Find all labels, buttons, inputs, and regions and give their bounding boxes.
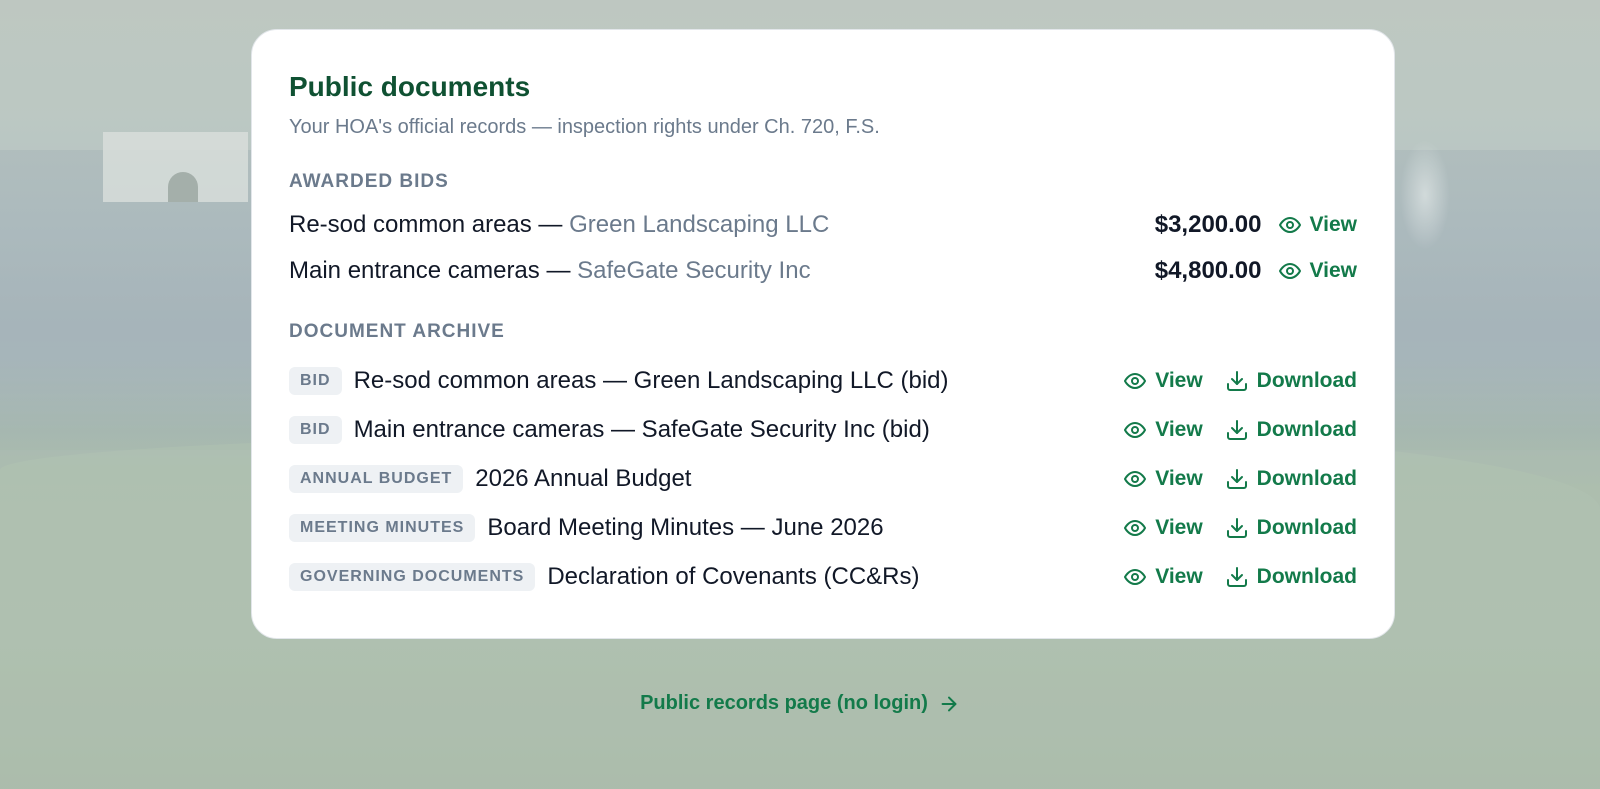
eye-icon: [1124, 519, 1147, 536]
view-button[interactable]: View: [1278, 259, 1357, 283]
bid-actions: $4,800.00 View: [1155, 257, 1357, 285]
view-label: View: [1155, 515, 1203, 539]
download-icon: [1226, 419, 1247, 440]
bid-amount: $4,800.00: [1154, 257, 1262, 284]
download-button[interactable]: Download: [1225, 467, 1357, 491]
bid-amount: $3,200.00: [1154, 211, 1262, 238]
bid-row: Re-sod common areas — Green Landscaping …: [289, 202, 1357, 248]
view-button[interactable]: View: [1123, 368, 1203, 393]
document-row: GOVERNING DOCUMENTS Declaration of Coven…: [289, 552, 1357, 601]
view-button[interactable]: View: [1123, 515, 1203, 540]
document-type-badge: BID: [289, 366, 342, 395]
document-info: MEETING MINUTES Board Meeting Minutes — …: [289, 513, 884, 542]
document-row: ANNUAL BUDGET 2026 Annual Budget View Do…: [289, 454, 1357, 503]
document-info: BID Main entrance cameras — SafeGate Sec…: [289, 415, 930, 444]
download-icon: [1226, 517, 1247, 538]
view-button[interactable]: View: [1123, 417, 1203, 442]
document-row: BID Re-sod common areas — Green Landscap…: [289, 356, 1357, 405]
view-label: View: [1155, 564, 1203, 588]
card-subtitle: Your HOA's official records — inspection…: [289, 116, 880, 138]
bid-title: Main entrance cameras —: [289, 257, 578, 284]
view-label: View: [1155, 417, 1203, 441]
bid-title: Re-sod common areas —: [289, 211, 570, 238]
document-title: Declaration of Covenants (CC&Rs): [547, 562, 920, 590]
eye-icon: [1124, 421, 1147, 438]
view-label: View: [1155, 466, 1203, 490]
document-type-badge: ANNUAL BUDGET: [289, 464, 464, 493]
document-row: MEETING MINUTES Board Meeting Minutes — …: [289, 503, 1357, 552]
document-archive-list: BID Re-sod common areas — Green Landscap…: [289, 356, 1357, 601]
bid-vendor: SafeGate Security Inc: [577, 257, 811, 284]
bid-actions: $3,200.00 View: [1155, 211, 1357, 239]
view-label: View: [1155, 368, 1203, 392]
view-label: View: [1309, 213, 1357, 236]
document-title: Re-sod common areas — Green Landscaping …: [353, 366, 949, 394]
download-button[interactable]: Download: [1225, 516, 1357, 540]
card-title: Public documents: [289, 71, 531, 102]
public-records-link[interactable]: Public records page (no login): [640, 692, 960, 715]
download-button[interactable]: Download: [1225, 369, 1357, 393]
document-actions: View Download: [1123, 565, 1357, 589]
view-button[interactable]: View: [1278, 213, 1357, 237]
document-title: Board Meeting Minutes — June 2026: [487, 513, 884, 541]
document-info: BID Re-sod common areas — Green Landscap…: [289, 366, 949, 395]
footer: Public records page (no login): [0, 692, 1600, 715]
view-button[interactable]: View: [1123, 466, 1203, 491]
download-button[interactable]: Download: [1225, 418, 1357, 442]
eye-icon: [1278, 263, 1301, 279]
view-button[interactable]: View: [1123, 564, 1203, 589]
view-label: View: [1309, 259, 1357, 282]
document-type-badge: MEETING MINUTES: [289, 513, 476, 542]
bid-description: Re-sod common areas — Green Landscaping …: [289, 211, 829, 239]
bid-description: Main entrance cameras — SafeGate Securit…: [289, 257, 811, 285]
document-title: 2026 Annual Budget: [475, 464, 692, 492]
document-type-badge: BID: [289, 415, 342, 444]
download-icon: [1226, 566, 1247, 587]
page-background: Public documents Your HOA's official rec…: [0, 0, 1600, 789]
download-label: Download: [1256, 368, 1357, 392]
awarded-bids-heading: AWARDED BIDS: [289, 171, 449, 192]
download-label: Download: [1256, 466, 1357, 490]
document-actions: View Download: [1123, 516, 1357, 540]
eye-icon: [1278, 217, 1301, 233]
document-info: GOVERNING DOCUMENTS Declaration of Coven…: [289, 562, 920, 591]
public-documents-card: Public documents Your HOA's official rec…: [251, 29, 1395, 639]
public-records-link-label: Public records page (no login): [640, 692, 928, 714]
bid-vendor: Green Landscaping LLC: [569, 211, 830, 238]
document-actions: View Download: [1123, 467, 1357, 491]
eye-icon: [1124, 568, 1147, 585]
eye-icon: [1124, 372, 1147, 389]
eye-icon: [1124, 470, 1147, 487]
document-archive-heading: DOCUMENT ARCHIVE: [289, 321, 505, 342]
download-label: Download: [1256, 515, 1357, 539]
arrow-right-icon: [941, 696, 957, 711]
download-button[interactable]: Download: [1225, 565, 1357, 589]
document-info: ANNUAL BUDGET 2026 Annual Budget: [289, 464, 692, 493]
download-label: Download: [1256, 564, 1357, 588]
document-type-badge: GOVERNING DOCUMENTS: [289, 562, 536, 591]
download-icon: [1226, 468, 1247, 489]
document-actions: View Download: [1123, 369, 1357, 393]
download-label: Download: [1256, 417, 1357, 441]
document-row: BID Main entrance cameras — SafeGate Sec…: [289, 405, 1357, 454]
document-actions: View Download: [1123, 418, 1357, 442]
document-title: Main entrance cameras — SafeGate Securit…: [353, 415, 930, 443]
bid-row: Main entrance cameras — SafeGate Securit…: [289, 248, 1357, 294]
download-icon: [1226, 370, 1247, 391]
awarded-bids-list: Re-sod common areas — Green Landscaping …: [289, 202, 1357, 294]
